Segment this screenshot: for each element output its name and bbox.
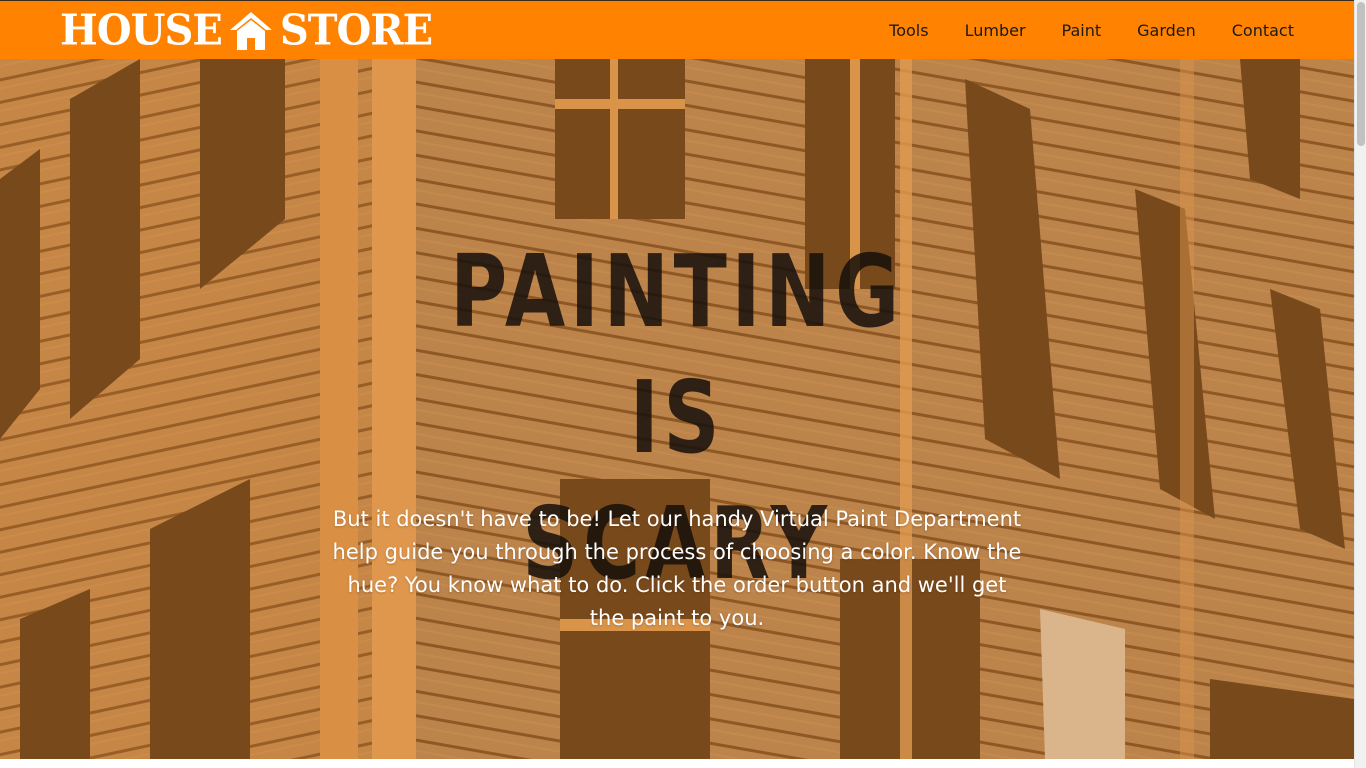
hero-section: PAINTING IS SCARY But it doesn't have to… xyxy=(0,59,1354,759)
site-logo[interactable]: HOUSE STORE xyxy=(60,5,433,56)
logo-text-house: HOUSE xyxy=(60,5,223,56)
house-icon xyxy=(229,12,272,50)
main-nav: Tools Lumber Paint Garden Contact xyxy=(853,1,1294,59)
logo-text-store: STORE xyxy=(279,5,433,56)
top-border xyxy=(0,0,1354,1)
site-header: HOUSE STORE Tools Lumber Paint Garden Co… xyxy=(0,1,1354,59)
nav-item-contact[interactable]: Contact xyxy=(1232,21,1294,40)
nav-item-lumber[interactable]: Lumber xyxy=(965,21,1026,40)
hero-description: But it doesn't have to be! Let our handy… xyxy=(332,507,1022,630)
nav-item-garden[interactable]: Garden xyxy=(1137,21,1196,40)
page: HOUSE STORE Tools Lumber Paint Garden Co… xyxy=(0,0,1366,768)
nav-item-tools[interactable]: Tools xyxy=(889,21,928,40)
scrollbar[interactable] xyxy=(1354,0,1366,768)
nav-item-paint[interactable]: Paint xyxy=(1062,21,1102,40)
hero-title-line-1: PAINTING IS xyxy=(450,233,904,476)
scrollbar-thumb[interactable] xyxy=(1357,2,1365,146)
